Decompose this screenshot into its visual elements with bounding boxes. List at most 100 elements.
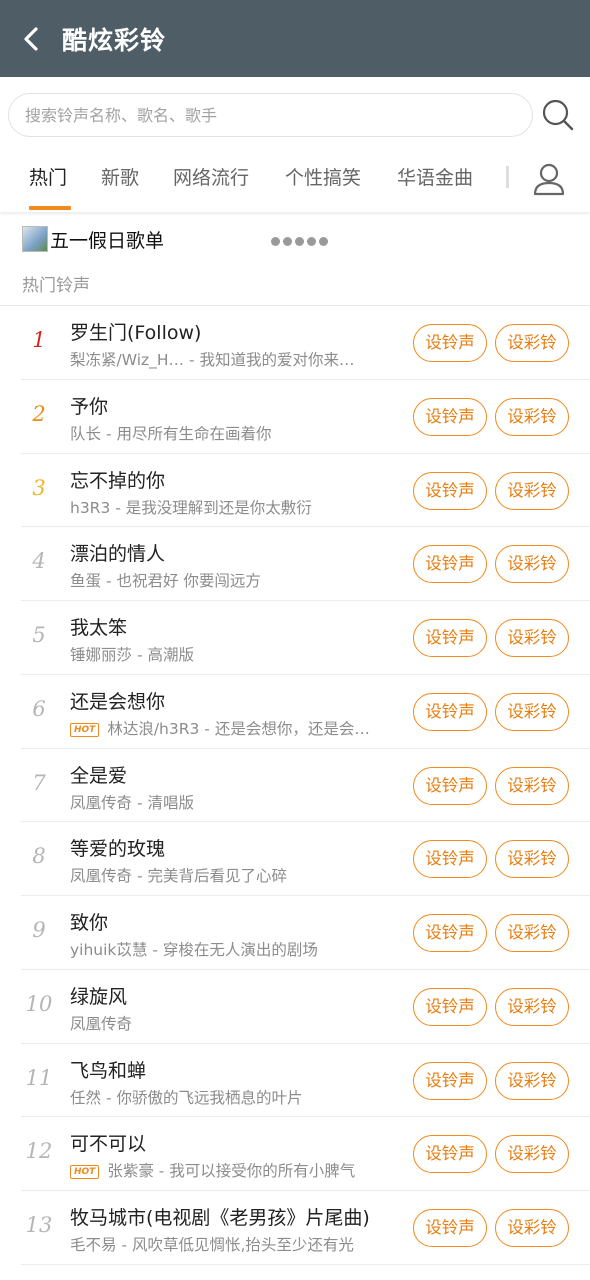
tab-chinese-classics[interactable]: 华语金曲 [397,152,473,212]
set-ringtone-button[interactable]: 设铃声 [413,545,487,584]
song-artist: 张紫豪 [107,1162,154,1181]
song-title: 还是会想你 [70,690,166,713]
tab-funny[interactable]: 个性搞笑 [285,152,361,212]
set-ringtone-button[interactable]: 设铃声 [413,397,487,436]
separator: - [101,572,117,591]
song-artist: 鱼蛋 [70,572,102,591]
list-item[interactable]: 3 忘不掉的你 h3R3 - 是我没理解到还是你太敷衍 设铃声 设彩铃 [0,454,590,528]
separator: - [101,424,117,443]
list-item[interactable]: 7 全是爱 凤凰传奇 - 清唱版 设铃声 设彩铃 [0,749,590,823]
song-description: 我可以接受你的所有小脾气 [169,1162,356,1181]
set-crbt-button[interactable]: 设彩铃 [495,1061,569,1100]
rank-number: 7 [32,770,46,795]
set-ringtone-button[interactable]: 设铃声 [413,1135,487,1174]
page-title: 酷炫彩铃 [62,25,167,55]
banner-title: 五一假日歌单 [50,229,165,252]
set-crbt-button[interactable]: 设彩铃 [495,397,569,436]
set-ringtone-button[interactable]: 设铃声 [413,692,487,731]
app-header: 酷炫彩铃 [0,0,590,77]
rank-number: 6 [32,696,46,721]
song-title: 绿旋风 [70,985,128,1008]
carousel-dot[interactable] [307,237,316,246]
search-bar [0,77,590,152]
ringtone-list: 1 罗生门(Follow) 梨冻紧/Wiz_H… - 我知道我的爱对你来… 设铃声 设彩… [0,306,590,1265]
song-description: 高潮版 [147,646,194,664]
set-crbt-button[interactable]: 设彩铃 [495,471,569,510]
song-artist: 林达浪/h3R3 [107,719,200,738]
song-description: 也祝君好 你要闯远方 [116,572,261,591]
list-item[interactable]: 1 罗生门(Follow) 梨冻紧/Wiz_H… - 我知道我的爱对你来… 设铃声 设彩… [0,306,590,380]
set-crbt-button[interactable]: 设彩铃 [495,692,569,731]
set-ringtone-button[interactable]: 设铃声 [413,987,487,1026]
song-title: 罗生门(Follow) [70,322,202,344]
song-title: 可不可以 [70,1133,147,1156]
song-title: 忘不掉的你 [70,469,166,492]
set-ringtone-button[interactable]: 设铃声 [413,1209,487,1247]
song-title: 漂泊的情人 [70,543,166,566]
set-ringtone-button[interactable]: 设铃声 [413,766,487,805]
list-item[interactable]: 10 绿旋风 凤凰传奇 设铃声 设彩铃 [0,970,590,1044]
song-artist: 凤凰传奇 [70,793,133,812]
song-subtitle: 凤凰传奇 - 清唱版 [70,791,402,813]
separator: - [184,351,200,369]
list-item[interactable]: 8 等爱的玫瑰 凤凰传奇 - 完美背后看见了心碎 设铃声 设彩铃 [0,822,590,896]
set-crbt-button[interactable]: 设彩铃 [495,1209,569,1247]
tab-hot[interactable]: 热门 [29,152,67,212]
list-item[interactable]: 12 可不可以 HOT 张紫豪 - 我可以接受你的所有小脾气 设铃声 设彩铃 [0,1117,590,1191]
set-crbt-button[interactable]: 设彩铃 [495,545,569,584]
carousel-indicator [271,237,328,246]
hot-badge: HOT [70,1165,100,1180]
carousel-dot[interactable] [283,237,292,246]
banner-image [22,226,48,252]
rank-number: 4 [32,549,46,574]
back-button[interactable] [0,0,62,77]
search-input[interactable] [25,105,532,125]
set-ringtone-button[interactable]: 设铃声 [413,914,487,952]
set-ringtone-button[interactable]: 设铃声 [413,619,487,657]
rank-number: 5 [32,623,46,647]
separator: - [147,941,163,959]
set-ringtone-button[interactable]: 设铃声 [413,840,487,879]
song-artist: h3R3 [70,498,111,517]
song-subtitle: h3R3 - 是我没理解到还是你太敷衍 [70,496,402,518]
set-ringtone-button[interactable]: 设铃声 [413,1061,487,1100]
list-item[interactable]: 11 飞鸟和蝉 任然 - 你骄傲的飞远我栖息的叶片 设铃声 设彩铃 [0,1044,590,1118]
search-field-container[interactable] [8,93,533,137]
carousel-dot[interactable] [271,237,280,246]
list-item[interactable]: 13 牧马城市(电视剧《老男孩》片尾曲) 毛不易 - 风吹草低见惆怅,抬头至少还有光… [0,1191,590,1265]
set-ringtone-button[interactable]: 设铃声 [413,324,487,362]
song-subtitle: HOT 林达浪/h3R3 - 还是会想你，还是会… [70,717,402,739]
set-crbt-button[interactable]: 设彩铃 [495,766,569,805]
rank-number: 13 [25,1213,53,1237]
list-item[interactable]: 2 予你 队长 - 用尽所有生命在画着你 设铃声 设彩铃 [0,380,590,454]
set-crbt-button[interactable]: 设彩铃 [495,1135,569,1174]
carousel-dot[interactable] [295,237,304,246]
song-subtitle: 凤凰传奇 - 完美背后看见了心碎 [70,864,402,886]
user-icon[interactable] [530,160,568,198]
banner[interactable]: 五一假日歌单 [22,222,164,256]
song-artist: 毛不易 [70,1236,117,1254]
list-item[interactable]: 6 还是会想你 HOT 林达浪/h3R3 - 还是会想你，还是会… 设铃声 设彩铃 [0,675,590,749]
rank-number: 9 [32,918,46,942]
song-artist: yihuik苡慧 [70,941,148,959]
tab-new-songs[interactable]: 新歌 [101,152,139,212]
set-crbt-button[interactable]: 设彩铃 [495,987,569,1026]
set-crbt-button[interactable]: 设彩铃 [495,324,569,362]
search-icon[interactable] [540,97,576,133]
set-crbt-button[interactable]: 设彩铃 [495,840,569,879]
list-item[interactable]: 9 致你 yihuik苡慧 - 穿梭在无人演出的剧场 设铃声 设彩铃 [0,896,590,970]
set-crbt-button[interactable]: 设彩铃 [495,914,569,952]
section-title: 热门铃声 [22,276,90,296]
set-crbt-button[interactable]: 设彩铃 [495,619,569,657]
tab-internet-popular[interactable]: 网络流行 [173,152,249,212]
set-ringtone-button[interactable]: 设铃声 [413,471,487,510]
list-item[interactable]: 5 我太笨 锤娜丽莎 - 高潮版 设铃声 设彩铃 [0,601,590,675]
song-title: 等爱的玫瑰 [70,838,166,861]
song-subtitle: 任然 - 你骄傲的飞远我栖息的叶片 [70,1086,402,1108]
rank-number: 3 [32,475,46,500]
list-item[interactable]: 4 漂泊的情人鱼蛋 - 也祝君好 你要闯远方 设铃声 设彩铃 [0,527,590,601]
carousel-dot[interactable] [319,237,328,246]
separator: - [132,793,148,812]
separator: - [116,1236,132,1254]
song-title: 予你 [70,395,109,418]
